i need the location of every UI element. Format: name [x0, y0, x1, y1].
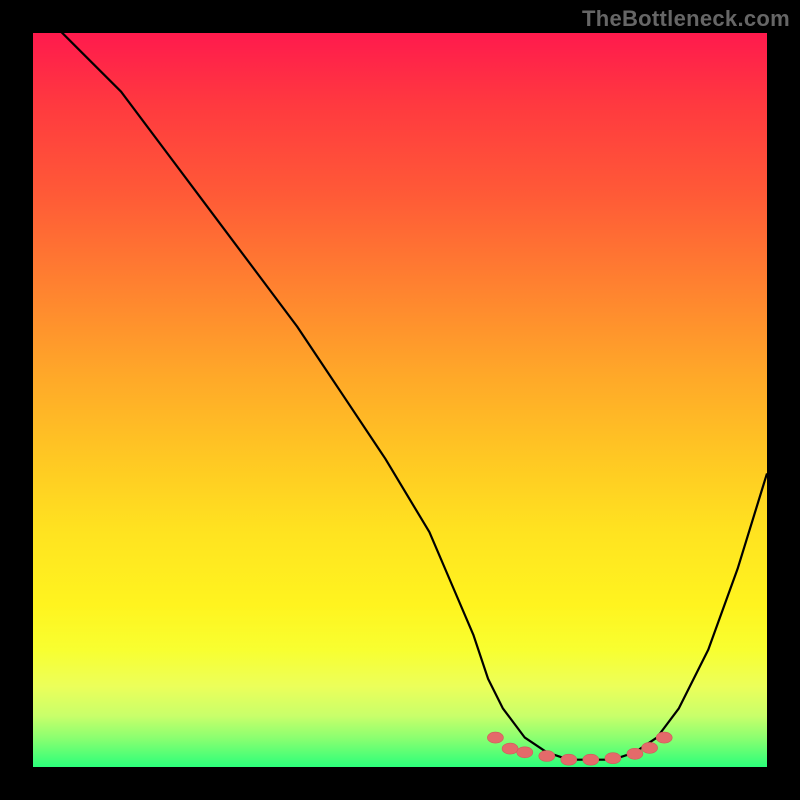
chart-frame: TheBottleneck.com — [0, 0, 800, 800]
plot-gradient-background — [33, 33, 767, 767]
min-marker — [656, 732, 672, 743]
min-marker — [642, 742, 658, 753]
min-marker — [561, 754, 577, 765]
min-marker — [583, 754, 599, 765]
min-marker — [517, 747, 533, 758]
min-marker — [539, 751, 555, 762]
watermark-text: TheBottleneck.com — [582, 6, 790, 32]
min-marker — [605, 753, 621, 764]
min-marker — [627, 748, 643, 759]
min-marker — [502, 743, 518, 754]
min-marker — [487, 732, 503, 743]
chart-svg — [33, 33, 767, 767]
bottleneck-curve — [33, 4, 767, 760]
